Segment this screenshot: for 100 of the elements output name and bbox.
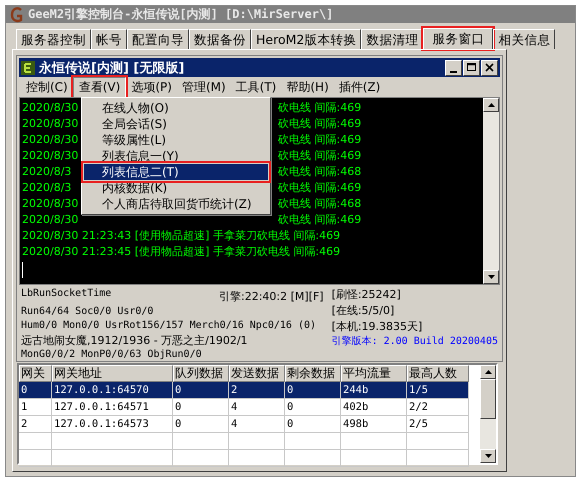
table-cell[interactable]: 2: [19, 416, 52, 433]
menu-item[interactable]: 工具(T): [230, 78, 282, 96]
log-line: 砍电线 间隔:469: [278, 132, 362, 148]
log-line: 2020/8/3: [22, 180, 72, 196]
table-cell[interactable]: 2/5: [407, 416, 469, 433]
minimize-button[interactable]: [445, 60, 462, 76]
column-header[interactable]: 平均流量: [341, 365, 407, 382]
status-counter: [本机:19.3835天]: [332, 319, 424, 335]
table-cell[interactable]: 127.0.0.1:64570: [52, 382, 173, 399]
table-cell[interactable]: 1/5: [407, 382, 469, 399]
table-cell[interactable]: 0: [19, 382, 52, 399]
log-line: 2020/8/30: [22, 196, 78, 212]
table-cell[interactable]: 0: [173, 382, 229, 399]
scroll-down-button[interactable]: [483, 270, 499, 284]
table-cell[interactable]: [285, 450, 341, 467]
table-cell[interactable]: [52, 450, 173, 467]
menu-item[interactable]: 插件(Z): [334, 78, 386, 96]
maximize-button[interactable]: [463, 60, 480, 76]
tab[interactable]: 数据清理: [361, 29, 424, 49]
scrollbar[interactable]: [480, 365, 496, 463]
menu-option[interactable]: 在线人物(O): [84, 100, 268, 116]
log-line: 2020/8/30: [22, 116, 78, 132]
tab[interactable]: 服务器控制: [16, 29, 91, 49]
app-icon: [21, 60, 35, 74]
table-cell[interactable]: 2: [229, 382, 285, 399]
column-header[interactable]: 最高人数: [407, 365, 469, 382]
menu-option[interactable]: 列表信息二(T): [84, 164, 268, 180]
table-cell[interactable]: [19, 433, 52, 450]
column-header[interactable]: 队列数据: [173, 365, 229, 382]
app-logo-icon: [10, 6, 24, 22]
table-cell[interactable]: [341, 450, 407, 467]
table-cell[interactable]: 0: [173, 416, 229, 433]
menu-item[interactable]: 控制(C): [21, 78, 73, 96]
table-cell[interactable]: [407, 450, 469, 467]
scroll-up-button[interactable]: [483, 98, 499, 112]
down-arrow-icon: [484, 454, 492, 458]
log-line: 2020/8/30: [22, 100, 78, 116]
table-cell[interactable]: [173, 450, 229, 467]
tab[interactable]: 相关信息: [493, 29, 556, 49]
table-cell[interactable]: 0: [173, 399, 229, 416]
status-counter: [在线:5/5/0]: [332, 303, 396, 319]
tab[interactable]: HeroM2版本转换: [251, 29, 362, 49]
engine-time: 引擎:22:40:2 [M][F]: [219, 289, 324, 304]
table-cell[interactable]: [341, 433, 407, 450]
table-cell[interactable]: 4: [229, 399, 285, 416]
table-cell[interactable]: 2/2: [407, 399, 469, 416]
status-counter: [刷怪:25242]: [332, 287, 402, 303]
log-line: 2020/8/30 21:23:45 [使用物品超速] 手拿菜刀砍电线 间隔:469: [22, 244, 340, 260]
table-cell[interactable]: [173, 433, 229, 450]
table-cell[interactable]: 244b: [341, 382, 407, 399]
scroll-thumb[interactable]: [480, 379, 496, 419]
menu-item[interactable]: 帮助(H): [281, 78, 334, 96]
up-arrow-icon: [488, 103, 494, 107]
log-line: 砍电线 间隔:469: [278, 212, 362, 228]
table-cell[interactable]: [19, 450, 52, 467]
table-cell[interactable]: 0: [285, 399, 341, 416]
column-header[interactable]: 剩余数据: [285, 365, 341, 382]
table-cell[interactable]: 498b: [341, 416, 407, 433]
column-header[interactable]: 网关地址: [52, 365, 173, 382]
status-text: LbRunSocketTime: [21, 287, 112, 301]
tab[interactable]: 帐号: [91, 29, 127, 49]
scrollbar[interactable]: [483, 98, 499, 284]
tab[interactable]: 配置向导: [127, 29, 189, 49]
column-header[interactable]: 网关: [19, 365, 52, 382]
close-button[interactable]: [481, 60, 498, 76]
tab[interactable]: 服务窗口: [423, 28, 494, 49]
table-cell[interactable]: [229, 433, 285, 450]
table-cell[interactable]: [285, 433, 341, 450]
log-line: 砍电线 间隔:469: [278, 100, 362, 116]
table-cell[interactable]: 4: [229, 416, 285, 433]
menu-option[interactable]: 内核数据(K): [84, 180, 268, 196]
menu-item[interactable]: 管理(M): [176, 78, 231, 96]
table-cell[interactable]: 1: [19, 399, 52, 416]
scroll-down-button[interactable]: [480, 449, 496, 463]
menu-option[interactable]: 个人商店待取回货币统计(Z): [84, 196, 268, 212]
menu-option[interactable]: 全局会话(S): [84, 116, 268, 132]
log-line: 砍电线 间隔:468: [278, 164, 362, 180]
close-icon: [483, 61, 496, 74]
up-arrow-icon: [484, 370, 492, 374]
tab[interactable]: 数据备份: [189, 29, 251, 49]
scroll-up-button[interactable]: [480, 365, 496, 379]
console-title: 永恒传说[内测] [无限版]: [39, 60, 184, 76]
log-line: 2020/8/30 21:23:43 [使用物品超速] 手拿菜刀砍电线 间隔:469: [22, 228, 340, 244]
status-text: Run64/64 Soc0/0 Usr0/0: [21, 304, 154, 318]
table-cell[interactable]: 127.0.0.1:64573: [52, 416, 173, 433]
table-cell[interactable]: [229, 450, 285, 467]
table-cell[interactable]: 127.0.0.1:64571: [52, 399, 173, 416]
status-text: 远古地闹女魔,1912/1936 - 万恶之主/1902/1: [21, 334, 249, 348]
status-text: MonG0/0/2 MonP0/0/63 ObjRun0/0: [21, 348, 203, 362]
menu-item[interactable]: 选项(P): [126, 78, 177, 96]
table-cell[interactable]: 0: [285, 382, 341, 399]
table-cell[interactable]: [407, 433, 469, 450]
menu-option[interactable]: 等级属性(L): [84, 132, 268, 148]
table-cell[interactable]: 402b: [341, 399, 407, 416]
table-cell[interactable]: 0: [285, 416, 341, 433]
menu-item[interactable]: 查看(V): [72, 76, 126, 98]
table-cell[interactable]: [52, 433, 173, 450]
text-cursor: [22, 262, 23, 278]
log-line: 砍电线 间隔:468: [278, 196, 362, 212]
column-header[interactable]: 发送数据: [229, 365, 285, 382]
